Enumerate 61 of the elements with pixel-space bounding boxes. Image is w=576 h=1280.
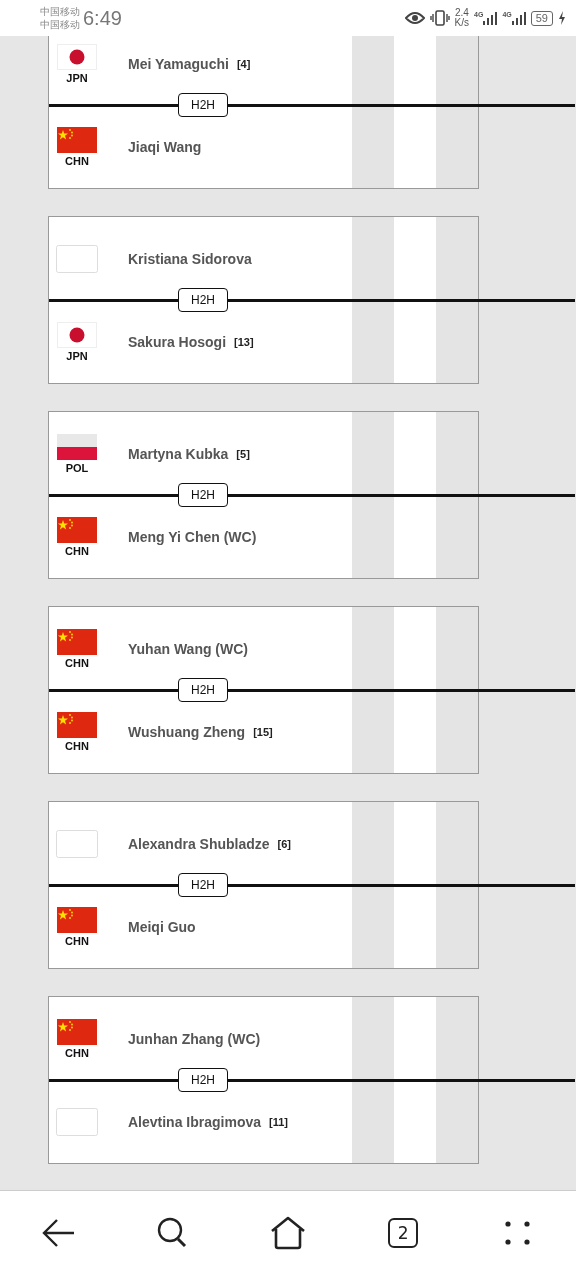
flag-icon	[57, 433, 97, 460]
flag-icon	[57, 628, 97, 655]
flag-icon	[57, 711, 97, 738]
player-name[interactable]: Wushuang Zheng	[128, 723, 246, 740]
seed-number: [13]	[234, 335, 254, 348]
network-speed: 2.4	[454, 8, 469, 18]
flag-icon	[57, 43, 97, 70]
h2h-button[interactable]: H2H	[178, 483, 228, 507]
tabs-button[interactable]: 2	[388, 1218, 419, 1248]
country-code: CHN	[65, 934, 89, 947]
player-name[interactable]: Sakura Hosogi	[128, 333, 227, 350]
flag-icon	[57, 906, 97, 933]
flag-icon	[57, 1018, 97, 1045]
player-name[interactable]: Meiqi Guo	[128, 918, 196, 935]
flag-icon	[57, 516, 97, 543]
player-name[interactable]: Martyna Kubka	[128, 445, 229, 462]
flag-icon	[57, 321, 97, 348]
signal-icon	[483, 11, 498, 25]
seed-number: [11]	[269, 1115, 288, 1128]
battery-level: 59	[530, 10, 553, 26]
player-name[interactable]: Mei Yamaguchi	[128, 55, 229, 72]
blank-flag-icon	[56, 1107, 98, 1136]
country-code: CHN	[65, 154, 89, 167]
dots-icon	[505, 1221, 532, 1245]
flag-icon	[57, 126, 97, 153]
country-code: CHN	[65, 544, 89, 557]
blank-flag-icon	[56, 244, 98, 273]
player-name[interactable]: Alevtina Ibragimova	[128, 1113, 262, 1130]
speed-unit: K/s	[454, 18, 470, 28]
charging-icon	[558, 11, 566, 25]
blank-flag-icon	[56, 829, 98, 858]
carrier-name: 中国移动	[40, 5, 80, 18]
h2h-button[interactable]: H2H	[178, 678, 228, 702]
seed-number: [6]	[277, 837, 292, 850]
player-name[interactable]: Kristiana Sidorova	[128, 250, 252, 267]
carrier-name: 中国移动	[40, 18, 80, 31]
signal-icon	[511, 11, 526, 25]
country-code: CHN	[65, 1046, 89, 1059]
seed-number: [15]	[253, 725, 273, 738]
seed-number: [5]	[236, 447, 250, 460]
h2h-button[interactable]: H2H	[178, 873, 228, 897]
vibrate-icon	[429, 10, 450, 26]
h2h-button[interactable]: H2H	[178, 288, 228, 312]
player-name[interactable]: Meng Yi Chen (WC)	[128, 528, 257, 545]
player-name[interactable]: Jiaqi Wang	[128, 138, 202, 155]
h2h-button[interactable]: H2H	[178, 93, 228, 117]
player-name[interactable]: Alexandra Shubladze	[128, 835, 270, 852]
back-arrow-icon	[40, 1218, 75, 1248]
search-icon	[156, 1217, 189, 1249]
eye-icon	[404, 11, 425, 25]
player-name[interactable]: Yuhan Wang (WC)	[128, 640, 249, 657]
country-code: POL	[65, 461, 89, 474]
h2h-button[interactable]: H2H	[178, 1068, 228, 1092]
country-code: JPN	[66, 349, 88, 362]
player-name[interactable]: Junhan Zhang (WC)	[128, 1030, 261, 1047]
country-code: CHN	[65, 739, 89, 752]
country-code: CHN	[65, 656, 89, 669]
country-code: JPN	[66, 71, 88, 84]
clock-time: 6:49	[83, 6, 122, 30]
home-icon	[269, 1216, 306, 1250]
seed-number: [4]	[236, 57, 251, 70]
